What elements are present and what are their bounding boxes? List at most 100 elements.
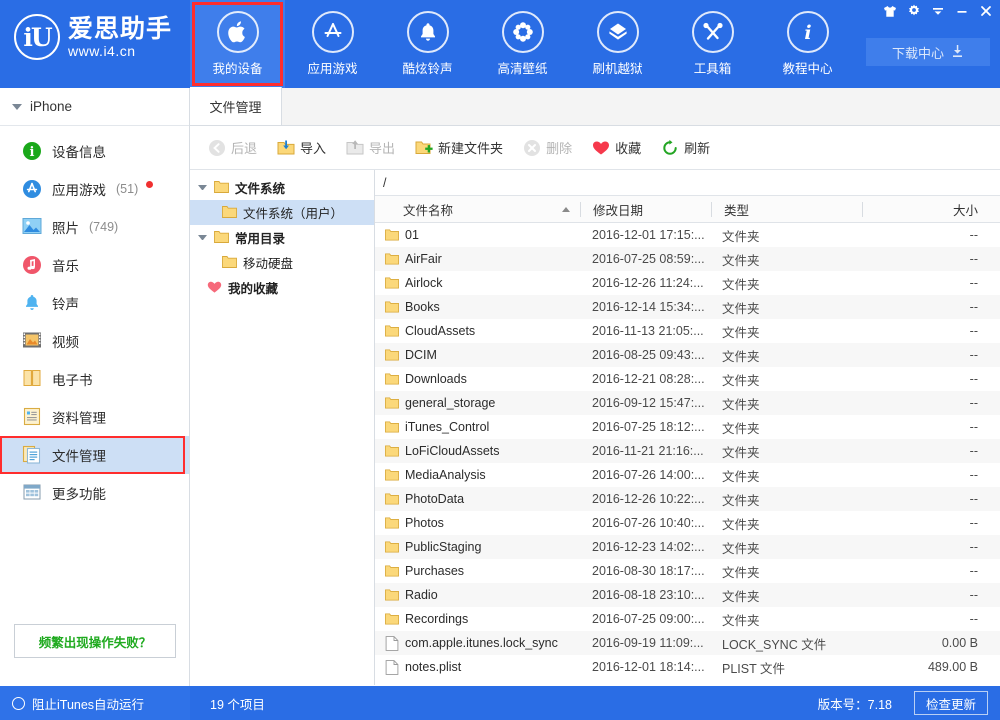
cell-modified-date: 2016-12-26 11:24:... — [580, 276, 710, 290]
table-row[interactable]: com.apple.itunes.lock_sync2016-09-19 11:… — [375, 631, 1000, 655]
table-row[interactable]: Recordings2016-07-25 09:00:...文件夹-- — [375, 607, 1000, 631]
sidebar-item-more-features[interactable]: 更多功能 — [0, 474, 189, 512]
block-itunes-toggle[interactable]: 阻止iTunes自动运行 — [0, 686, 190, 720]
cell-size: -- — [860, 420, 1000, 434]
table-row[interactable]: DCIM2016-08-25 09:43:...文件夹-- — [375, 343, 1000, 367]
table-row[interactable]: notes.plist2016-12-01 18:14:...PLIST 文件4… — [375, 655, 1000, 679]
sidebar-item-device-info[interactable]: i 设备信息 — [0, 132, 189, 170]
tree-node-filesystem-user[interactable]: 文件系统（用户） — [190, 200, 374, 225]
column-header-size[interactable]: 大小 — [863, 196, 1000, 223]
tree-node-common-dirs[interactable]: 常用目录 — [190, 225, 374, 250]
back-button[interactable]: 后退 — [200, 133, 265, 163]
tree-node-label: 文件系统（用户） — [243, 203, 343, 222]
table-row[interactable]: Airlock2016-12-26 11:24:...文件夹-- — [375, 271, 1000, 295]
nav-item-my-device[interactable]: 我的设备 — [190, 0, 285, 88]
sidebar-item-apps-games[interactable]: 应用游戏 (51) — [0, 170, 189, 208]
chevron-down-icon[interactable] — [198, 185, 207, 190]
status-bar: 阻止iTunes自动运行 19 个项目 版本号：7.18 检查更新 — [0, 686, 1000, 720]
delete-button[interactable]: 删除 — [515, 133, 580, 163]
folder-icon — [222, 255, 237, 270]
table-row[interactable]: MediaAnalysis2016-07-26 14:00:...文件夹-- — [375, 463, 1000, 487]
folder-icon — [214, 230, 229, 245]
chevron-down-icon[interactable] — [198, 235, 207, 240]
tree-node-my-favorites[interactable]: 我的收藏 — [190, 275, 374, 300]
file-pane: / 文件名称 修改日期 类型 — [375, 170, 1000, 685]
cell-modified-date: 2016-08-18 23:10:... — [580, 588, 710, 602]
table-row[interactable]: LoFiCloudAssets2016-11-21 21:16:...文件夹-- — [375, 439, 1000, 463]
export-button[interactable]: 导出 — [338, 133, 403, 163]
skin-icon[interactable] — [878, 0, 902, 22]
nav-item-toolbox[interactable]: 工具箱 — [665, 0, 760, 88]
file-icon — [385, 636, 399, 651]
nav-item-ringtones[interactable]: 酷炫铃声 — [380, 0, 475, 88]
refresh-button[interactable]: 刷新 — [653, 133, 718, 163]
nav-item-tutorials[interactable]: i 教程中心 — [760, 0, 855, 88]
sort-asc-icon — [562, 207, 570, 212]
nav-item-wallpapers[interactable]: 高清壁纸 — [475, 0, 570, 88]
file-name-text: notes.plist — [405, 660, 461, 674]
check-update-button[interactable]: 检查更新 — [914, 691, 988, 715]
tree-node-label: 移动硬盘 — [243, 253, 293, 272]
cell-modified-date: 2016-07-25 08:59:... — [580, 252, 710, 266]
column-header-date[interactable]: 修改日期 — [581, 196, 711, 223]
folder-icon — [385, 612, 399, 627]
download-center-button[interactable]: 下载中心 — [866, 38, 990, 66]
sidebar-item-data-manage[interactable]: 资料管理 — [0, 398, 189, 436]
toolbar-label: 收藏 — [615, 138, 641, 157]
import-button[interactable]: 导入 — [269, 133, 334, 163]
cell-size: -- — [860, 588, 1000, 602]
operation-failure-help-button[interactable]: 频繁出现操作失败？ — [14, 624, 176, 658]
sidebar-item-ebooks[interactable]: 电子书 — [0, 360, 189, 398]
sidebar-item-music[interactable]: 音乐 — [0, 246, 189, 284]
table-row[interactable]: CloudAssets2016-11-13 21:05:...文件夹-- — [375, 319, 1000, 343]
tab-file-manage[interactable]: 文件管理 — [190, 87, 282, 125]
cell-size: -- — [860, 252, 1000, 266]
path-bar[interactable]: / — [375, 170, 1000, 196]
column-header-name[interactable]: 文件名称 — [375, 196, 580, 223]
table-row[interactable]: Photos2016-07-26 10:40:...文件夹-- — [375, 511, 1000, 535]
gear-icon[interactable] — [902, 0, 926, 22]
table-row[interactable]: Purchases2016-08-30 18:17:...文件夹-- — [375, 559, 1000, 583]
table-row[interactable]: PublicStaging2016-12-23 14:02:...文件夹-- — [375, 535, 1000, 559]
cell-size: 489.00 B — [860, 660, 1000, 674]
cell-type: 文件夹 — [710, 514, 860, 533]
nav-label: 我的设备 — [212, 58, 262, 77]
sidebar-item-photos[interactable]: 照片 (749) — [0, 208, 189, 246]
device-selector[interactable]: iPhone — [0, 88, 189, 126]
minimize-icon[interactable] — [950, 0, 974, 22]
import-icon — [277, 139, 295, 157]
cell-size: -- — [860, 372, 1000, 386]
favorite-button[interactable]: 收藏 — [584, 133, 649, 163]
file-browser: 文件系统 文件系统（用户） 常用目录 — [190, 170, 1000, 685]
table-row[interactable]: iTunes_Control2016-07-25 18:12:...文件夹-- — [375, 415, 1000, 439]
new-folder-button[interactable]: 新建文件夹 — [407, 133, 511, 163]
sidebar-item-file-manage[interactable]: 文件管理 — [0, 436, 189, 474]
sidebar-item-ringtones[interactable]: 铃声 — [0, 284, 189, 322]
table-row[interactable]: general_storage2016-09-12 15:47:...文件夹-- — [375, 391, 1000, 415]
nav-item-apps-games[interactable]: 应用游戏 — [285, 0, 380, 88]
folder-icon — [385, 300, 399, 315]
tree-node-mobile-disk[interactable]: 移动硬盘 — [190, 250, 374, 275]
cell-type: 文件夹 — [710, 298, 860, 317]
cell-size: -- — [860, 396, 1000, 410]
close-icon[interactable] — [974, 0, 998, 22]
cell-type: 文件夹 — [710, 274, 860, 293]
column-header-type[interactable]: 类型 — [712, 196, 862, 223]
table-row[interactable]: Books2016-12-14 15:34:...文件夹-- — [375, 295, 1000, 319]
table-row[interactable]: PhotoData2016-12-26 10:22:...文件夹-- — [375, 487, 1000, 511]
table-row[interactable]: Radio2016-08-18 23:10:...文件夹-- — [375, 583, 1000, 607]
column-label: 类型 — [724, 200, 749, 219]
file-name-text: Recordings — [405, 612, 468, 626]
grid-icon — [22, 483, 42, 503]
cell-modified-date: 2016-09-12 15:47:... — [580, 396, 710, 410]
sidebar-item-videos[interactable]: 视频 — [0, 322, 189, 360]
file-name-text: Purchases — [405, 564, 464, 578]
sidebar-item-count: (749) — [89, 220, 118, 234]
table-row[interactable]: 012016-12-01 17:15:...文件夹-- — [375, 223, 1000, 247]
table-row[interactable]: AirFair2016-07-25 08:59:...文件夹-- — [375, 247, 1000, 271]
table-row[interactable]: Downloads2016-12-21 08:28:...文件夹-- — [375, 367, 1000, 391]
tree-node-filesystem[interactable]: 文件系统 — [190, 175, 374, 200]
nav-item-flash-jailbreak[interactable]: 刷机越狱 — [570, 0, 665, 88]
chevron-down-icon[interactable] — [926, 0, 950, 22]
cell-type: 文件夹 — [710, 370, 860, 389]
